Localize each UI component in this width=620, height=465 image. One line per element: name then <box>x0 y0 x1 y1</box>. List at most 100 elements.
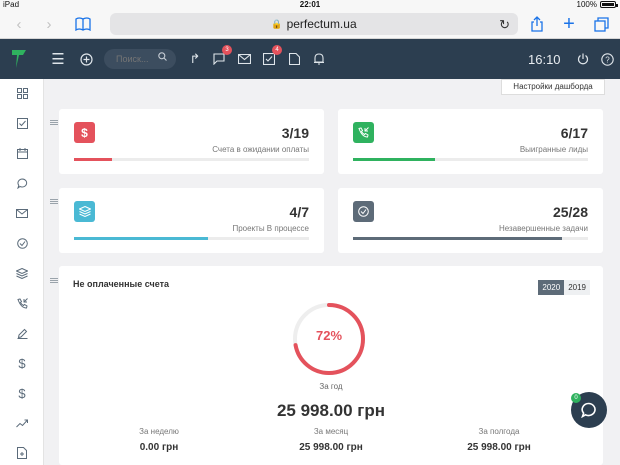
card-unfinished-tasks[interactable]: 25/28 Незавершенные задачи <box>338 188 603 253</box>
menu-icon[interactable]: ☰ <box>49 50 67 68</box>
add-circle-icon[interactable] <box>77 50 95 68</box>
forward-icon[interactable]: › <box>38 13 60 35</box>
file-icon[interactable] <box>285 50 303 68</box>
drag-handle-icon[interactable] <box>50 278 58 283</box>
year-label: За год <box>319 382 343 391</box>
phone-incoming-icon <box>353 122 374 143</box>
battery-icon <box>600 1 618 8</box>
card-won-leads[interactable]: 6/17 Выигранные лиды <box>338 109 603 174</box>
stat-label: За неделю <box>139 427 179 436</box>
notes-badge: 3 <box>222 45 232 55</box>
sidebar-item-calendar[interactable] <box>14 145 30 161</box>
perfectum-logo[interactable] <box>12 50 26 68</box>
sidebar-item-invoices[interactable]: $ <box>14 355 30 371</box>
grid-icon <box>16 87 28 99</box>
sidebar-item-dashboard[interactable] <box>14 85 30 101</box>
card-value: 3/19 <box>281 125 309 141</box>
help-icon[interactable]: ? <box>598 50 616 68</box>
dashboard-settings-button[interactable]: Настройки дашборда <box>501 79 605 95</box>
battery-status: 100% <box>576 0 618 9</box>
new-tab-icon[interactable]: + <box>558 13 580 35</box>
year-tab-2019[interactable]: 2019 <box>564 280 590 295</box>
notes-icon[interactable]: 3 <box>210 45 232 68</box>
dollar-icon: $ <box>74 122 95 143</box>
gauge-percent: 72% <box>315 328 343 343</box>
browser-toolbar: ‹ › 🔒 perfectum.ua ↻ + <box>0 10 620 39</box>
year-switch: 2020 2019 <box>538 280 590 295</box>
card-projects-in-progress[interactable]: 4/7 Проекты В процессе <box>59 188 324 253</box>
stat-label: За полгода <box>478 427 520 436</box>
layers-icon <box>16 267 28 279</box>
pencil-icon <box>17 328 27 339</box>
bell-icon[interactable] <box>310 50 328 68</box>
sidebar-item-tasks[interactable] <box>14 115 30 131</box>
drag-handle-icon[interactable] <box>50 120 58 125</box>
battery-percent: 100% <box>576 0 597 9</box>
sidebar-item-reports[interactable] <box>14 415 30 431</box>
tabs-icon[interactable] <box>590 13 612 35</box>
checkbox-icon <box>16 117 28 129</box>
stat-value: 25 998.00 грн <box>299 442 363 453</box>
progress-fill <box>74 158 112 161</box>
sidebar-item-done[interactable] <box>14 235 30 251</box>
check-circle-icon <box>353 201 374 222</box>
card-value: 25/28 <box>552 204 588 220</box>
share-icon[interactable] <box>526 13 548 35</box>
year-tab-2020[interactable]: 2020 <box>538 280 565 295</box>
power-icon[interactable] <box>574 50 592 68</box>
chat-badge: 0 <box>571 393 581 403</box>
chat-bubble-icon <box>581 402 596 418</box>
calendar-icon <box>16 147 28 159</box>
mail-icon <box>16 208 28 218</box>
lock-icon: 🔒 <box>271 18 283 29</box>
stat-half-year: За полгода 25 998.00 грн <box>439 427 559 453</box>
progress-track <box>353 237 588 240</box>
phone-incoming-icon <box>16 297 28 309</box>
share-forward-icon[interactable]: ↱ <box>186 50 204 68</box>
card-value: 6/17 <box>560 125 588 141</box>
dollar-icon: $ <box>18 385 26 401</box>
stat-label: За месяц <box>313 427 349 436</box>
drag-handle-icon[interactable] <box>50 199 58 204</box>
mail-icon[interactable] <box>235 50 253 68</box>
sidebar-item-chat[interactable] <box>14 175 30 191</box>
url-text: perfectum.ua <box>286 17 357 31</box>
stat-value: 0.00 грн <box>139 442 179 453</box>
app-topbar: ☰ ↱ 3 4 16:10 ? <box>0 39 620 79</box>
layers-icon <box>74 201 95 222</box>
stat-month: За месяц 25 998.00 грн <box>271 427 391 453</box>
progress-track <box>74 237 309 240</box>
sidebar-item-mail[interactable] <box>14 205 30 221</box>
stat-value: 25 998.00 грн <box>467 442 531 453</box>
tasks-badge: 4 <box>272 45 282 55</box>
ios-status-bar: iPad 22:01 100% <box>0 0 620 10</box>
status-time: 22:01 <box>299 0 321 9</box>
trending-up-icon <box>16 419 28 427</box>
progress-fill <box>353 158 436 161</box>
sidebar-item-documents[interactable] <box>14 445 30 461</box>
card-label: Проекты В процессе <box>232 224 309 233</box>
card-pending-invoices[interactable]: $ 3/19 Счета в ожидании оплаты <box>59 109 324 174</box>
sidebar-item-payments[interactable]: $ <box>14 385 30 401</box>
card-label: Счета в ожидании оплаты <box>212 145 309 154</box>
app-clock: 16:10 <box>528 52 561 67</box>
search-icon[interactable] <box>158 52 167 63</box>
reload-icon[interactable]: ↻ <box>499 17 510 33</box>
unpaid-invoices-panel: Не оплаченные счета 2020 2019 72% За год… <box>59 266 603 465</box>
progress-fill <box>74 237 208 240</box>
sidebar-item-projects[interactable] <box>14 265 30 281</box>
progress-fill <box>353 237 563 240</box>
sidebar-item-notes[interactable] <box>14 325 30 341</box>
card-value: 4/7 <box>289 204 309 220</box>
back-icon[interactable]: ‹ <box>8 13 30 35</box>
progress-track <box>353 158 588 161</box>
check-circle-icon <box>16 237 28 249</box>
progress-track <box>74 158 309 161</box>
card-label: Незавершенные задачи <box>498 224 588 233</box>
address-bar[interactable]: 🔒 perfectum.ua ↻ <box>110 13 518 35</box>
document-icon <box>17 447 27 459</box>
year-value: 25 998.00 грн <box>276 401 386 420</box>
tasks-icon[interactable]: 4 <box>260 45 282 68</box>
sidebar-item-leads[interactable] <box>14 295 30 311</box>
bookmarks-icon[interactable] <box>72 13 94 35</box>
